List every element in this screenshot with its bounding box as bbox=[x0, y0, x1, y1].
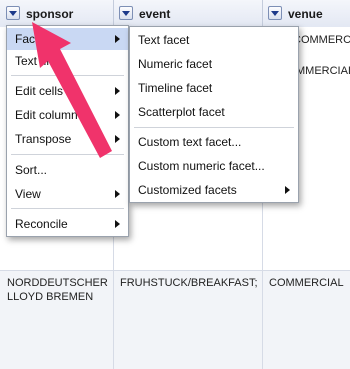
column-header-venue[interactable]: venue bbox=[263, 0, 350, 27]
menu-item-label: Custom text facet... bbox=[138, 135, 242, 149]
submenu-arrow-icon bbox=[115, 135, 120, 143]
submenu-arrow-icon bbox=[115, 111, 120, 119]
menu-item-edit-column[interactable]: Edit column bbox=[7, 104, 128, 126]
menu-item-label: Customized facets bbox=[138, 183, 237, 197]
facet-submenu: Text facet Numeric facet Timeline facet … bbox=[129, 26, 299, 203]
menu-item-numeric-facet[interactable]: Numeric facet bbox=[130, 53, 298, 75]
menu-separator bbox=[11, 208, 124, 209]
menu-item-label: Edit column bbox=[15, 108, 78, 122]
submenu-arrow-icon bbox=[115, 35, 120, 43]
menu-item-label: Text facet bbox=[138, 33, 190, 47]
menu-item-sort[interactable]: Sort... bbox=[7, 159, 128, 181]
menu-item-label: Timeline facet bbox=[138, 81, 213, 95]
event-column-dropdown-icon[interactable] bbox=[119, 6, 133, 20]
menu-item-label: Transpose bbox=[15, 132, 72, 146]
column-dropdown-menu: Facet Text filter Edit cells Edit column… bbox=[6, 25, 129, 237]
menu-separator bbox=[11, 75, 124, 76]
menu-item-reconcile[interactable]: Reconcile bbox=[7, 213, 128, 235]
venue-cell: COMMERCIAL bbox=[293, 34, 350, 46]
menu-item-facet[interactable]: Facet bbox=[7, 28, 128, 50]
menu-item-label: Custom numeric facet... bbox=[138, 159, 265, 173]
column-label: event bbox=[139, 7, 171, 21]
menu-item-customized-facets[interactable]: Customized facets bbox=[130, 179, 298, 201]
sponsor-column-dropdown-icon[interactable] bbox=[6, 6, 20, 20]
menu-item-view[interactable]: View bbox=[7, 183, 128, 205]
menu-item-edit-cells[interactable]: Edit cells bbox=[7, 80, 128, 102]
menu-item-scatterplot-facet[interactable]: Scatterplot facet bbox=[130, 101, 298, 123]
menu-item-transpose[interactable]: Transpose bbox=[7, 128, 128, 150]
column-label: sponsor bbox=[26, 7, 74, 21]
column-header-event[interactable]: event bbox=[114, 0, 263, 27]
venue-cell: COMMERCIAL bbox=[269, 277, 344, 289]
menu-item-label: Reconcile bbox=[15, 217, 68, 231]
venue-column-dropdown-icon[interactable] bbox=[268, 6, 282, 20]
menu-item-label: Scatterplot facet bbox=[138, 105, 225, 119]
event-cell: FRUHSTUCK/BREAKFAST; bbox=[120, 277, 258, 289]
menu-item-custom-numeric-facet[interactable]: Custom numeric facet... bbox=[130, 155, 298, 177]
menu-item-custom-text-facet[interactable]: Custom text facet... bbox=[130, 131, 298, 153]
menu-separator bbox=[11, 154, 124, 155]
submenu-arrow-icon bbox=[115, 87, 120, 95]
menu-item-label: Edit cells bbox=[15, 84, 64, 98]
submenu-arrow-icon bbox=[115, 220, 120, 228]
menu-item-label: View bbox=[15, 187, 41, 201]
submenu-arrow-icon bbox=[285, 186, 290, 194]
venue-cell: MMERCIAL bbox=[296, 65, 350, 77]
submenu-arrow-icon bbox=[115, 190, 120, 198]
table-row: NORDDEUTSCHER LLOYD BREMEN FRUHSTUCK/BRE… bbox=[0, 271, 350, 369]
menu-item-text-facet[interactable]: Text facet bbox=[130, 29, 298, 51]
data-table-view: sponsor event venue NORDDEUTSCHER LLOYD … bbox=[0, 0, 350, 369]
menu-item-label: Text filter bbox=[15, 54, 64, 68]
menu-item-label: Sort... bbox=[15, 163, 48, 177]
menu-item-text-filter[interactable]: Text filter bbox=[7, 50, 128, 72]
column-header-row: sponsor event venue bbox=[0, 0, 350, 28]
column-label: venue bbox=[288, 7, 323, 21]
sponsor-cell: NORDDEUTSCHER LLOYD BREMEN bbox=[7, 277, 108, 303]
menu-item-timeline-facet[interactable]: Timeline facet bbox=[130, 77, 298, 99]
column-header-sponsor[interactable]: sponsor bbox=[0, 0, 114, 27]
menu-separator bbox=[134, 127, 294, 128]
menu-item-label: Numeric facet bbox=[138, 57, 213, 71]
menu-item-label: Facet bbox=[15, 32, 46, 46]
